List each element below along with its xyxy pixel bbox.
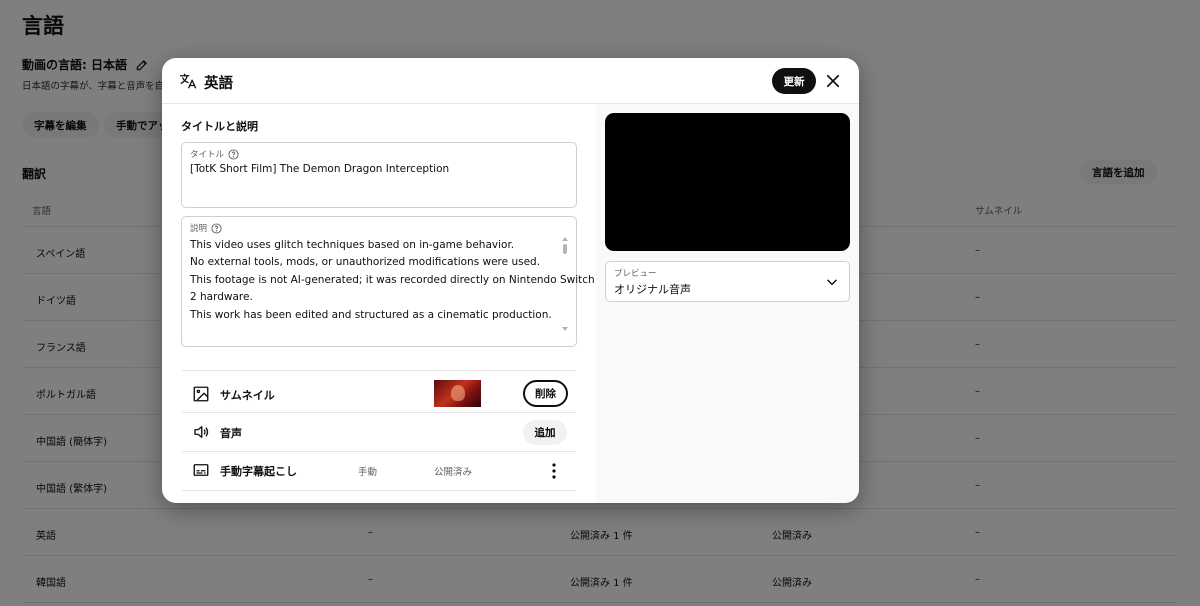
scrollbar-thumb[interactable]: [563, 244, 567, 254]
help-icon[interactable]: [228, 148, 239, 160]
video-player[interactable]: [605, 113, 850, 251]
list-divider: [182, 412, 576, 413]
description-line: 2 hardware.: [190, 291, 253, 304]
delete-thumbnail-button[interactable]: 削除: [523, 380, 568, 407]
dialog-title: 英語: [204, 76, 233, 92]
description-line: This work has been edited and structured…: [190, 308, 552, 321]
list-divider: [182, 451, 576, 452]
description-line: This footage is not AI-generated; it was…: [190, 273, 595, 286]
subtitles-type: 手動: [358, 467, 378, 478]
description-line: This video uses glitch techniques based …: [190, 239, 515, 251]
more-vert-icon[interactable]: [547, 462, 561, 480]
dialog-header: 英語 更新: [162, 58, 859, 104]
list-divider: [182, 370, 576, 371]
scroll-up-arrow[interactable]: [562, 237, 568, 241]
translate-icon: [179, 73, 197, 89]
title-field[interactable]: タイトル [TotK Short Film] The Demon Dragon …: [181, 142, 577, 208]
description-field-label: 説明: [190, 224, 208, 234]
title-description-heading: タイトルと説明: [181, 120, 258, 133]
audio-label: 音声: [220, 427, 242, 440]
add-audio-button[interactable]: 追加: [523, 420, 567, 445]
update-button[interactable]: 更新: [772, 68, 816, 94]
preview-value: オリジナル音声: [614, 283, 691, 296]
title-field-label: タイトル: [190, 150, 225, 160]
description-field[interactable]: 説明 This video uses glitch techniques bas…: [181, 216, 595, 347]
preview-pane: プレビュー オリジナル音声: [596, 104, 859, 503]
preview-audio-select[interactable]: プレビュー オリジナル音声: [605, 261, 850, 302]
subtitles-icon: [193, 464, 209, 476]
subtitles-status: 公開済み: [434, 467, 473, 478]
list-divider: [182, 490, 576, 491]
preview-label: プレビュー: [614, 269, 657, 279]
thumbnail-image: [434, 380, 481, 407]
subtitles-label: 手動字幕起こし: [220, 465, 297, 478]
image-icon: [193, 386, 209, 402]
description-line: No external tools, mods, or unauthorized…: [190, 256, 541, 269]
translation-dialog: 英語 更新 タイトルと説明 タイトル [TotK Short Film] The…: [162, 58, 859, 503]
details-pane: タイトルと説明 タイトル [TotK Short Film] The Demon…: [162, 104, 596, 503]
scroll-down-arrow[interactable]: [562, 327, 568, 331]
chevron-down-icon: [827, 279, 837, 286]
speaker-icon: [194, 426, 209, 438]
description-text: This video uses glitch techniques based …: [190, 237, 595, 324]
title-field-value: [TotK Short Film] The Demon Dragon Inter…: [190, 163, 450, 175]
close-icon[interactable]: [824, 72, 842, 90]
help-icon[interactable]: [211, 222, 222, 234]
thumbnail-label: サムネイル: [220, 389, 275, 402]
